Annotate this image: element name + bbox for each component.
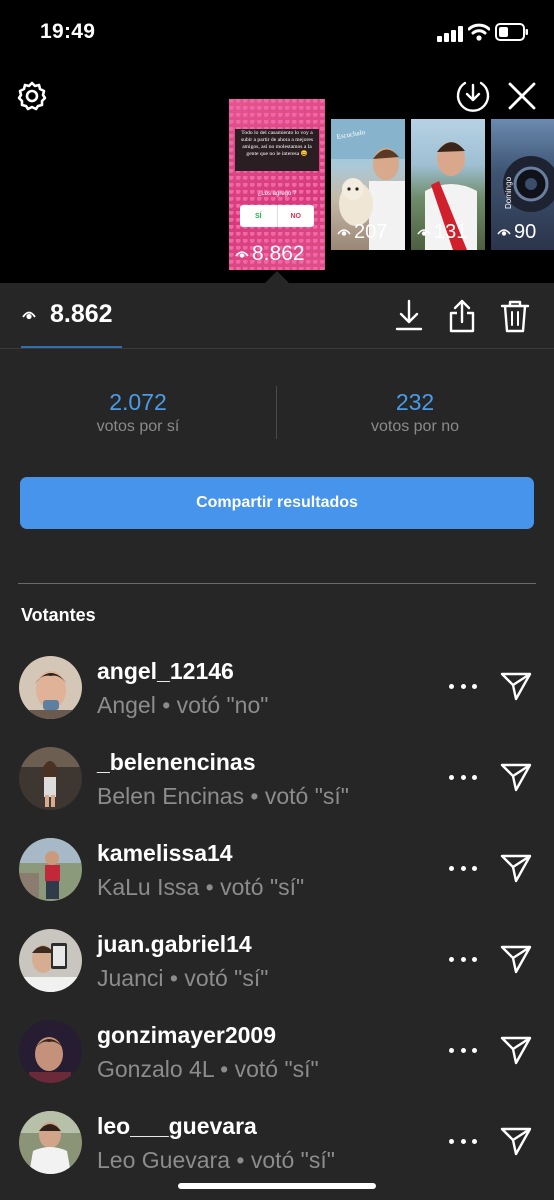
poll-sticker: SÍ NO [240,205,314,227]
story-text: Todo lo del casamiento lo voy a subir a … [235,129,319,171]
yes-count: 2.072 [109,389,167,415]
status-time: 19:49 [40,20,96,43]
avatar[interactable] [19,656,82,719]
voter-username[interactable]: _belenencinas [97,749,256,776]
voter-detail: Angel • votó "no" [97,692,269,718]
views-tab-indicator [21,346,122,348]
no-count: 232 [395,389,435,415]
poll-option-no: NO [290,212,302,220]
thumb-views-count: 8.862 [252,242,305,265]
story-thumbnail[interactable]: Domingo 90 [491,119,554,250]
voter-detail: Belen Encinas • votó "sí" [97,783,349,809]
story-thumbnail-current[interactable]: Todo lo del casamiento lo voy a subir a … [229,99,325,270]
download-circle-icon[interactable] [455,78,491,114]
voter-detail: KaLu Issa • votó "sí" [97,874,305,900]
more-icon[interactable] [449,858,477,878]
voter-detail: Leo Guevara • votó "sí" [97,1147,335,1173]
more-icon[interactable] [449,1040,477,1060]
signal-icon [437,26,463,42]
poll-question: ¿Los agrego ? [257,191,297,197]
voter-detail: Gonzalo 4L • votó "sí" [97,1056,319,1082]
send-icon[interactable] [499,761,533,793]
no-label: votos por no [370,418,460,435]
send-icon[interactable] [499,943,533,975]
voter-username[interactable]: kamelissa14 [97,840,233,867]
voter-username[interactable]: gonzimayer2009 [97,1022,276,1049]
avatar[interactable] [19,838,82,901]
eye-icon [22,311,36,319]
avatar[interactable] [19,747,82,810]
thumb-views-count: 90 [514,221,537,243]
eye-icon [417,229,431,236]
eye-icon [497,229,511,236]
poll-result-yes: 2.072 votos por sí [0,388,276,436]
voter-detail: Juanci • votó "sí" [97,965,269,991]
thumb-views: 8.862 [235,242,305,266]
thumb-views: 207 [337,221,387,244]
voter-row[interactable]: gonzimayer2009 Gonzalo 4L • votó "sí" [0,1020,554,1111]
share-icon[interactable] [446,298,478,334]
trash-icon[interactable] [499,298,531,334]
more-icon[interactable] [449,949,477,969]
avatar[interactable] [19,1020,82,1083]
eye-icon [235,250,249,258]
more-icon[interactable] [449,676,477,696]
voter-username[interactable]: leo___guevara [97,1113,257,1140]
wifi-icon [468,23,490,41]
share-results-button[interactable]: Compartir resultados [20,477,534,529]
voter-row[interactable]: _belenencinas Belen Encinas • votó "sí" [0,747,554,838]
sticker-text: Domingo [504,176,513,209]
poll-result-no: 232 votos por no [277,388,553,436]
voter-row[interactable]: juan.gabriel14 Juanci • votó "sí" [0,929,554,1020]
send-icon[interactable] [499,670,533,702]
send-icon[interactable] [499,852,533,884]
avatar[interactable] [19,1111,82,1174]
settings-icon[interactable] [16,80,48,112]
poll-option-yes: SÍ [240,205,278,227]
more-icon[interactable] [449,767,477,787]
send-icon[interactable] [499,1034,533,1066]
eye-icon [337,229,351,236]
more-icon[interactable] [449,1131,477,1151]
story-thumbnail[interactable]: 131 [411,119,485,250]
avatar[interactable] [19,929,82,992]
close-icon[interactable] [506,80,538,112]
download-icon[interactable] [393,298,425,334]
voter-username[interactable]: angel_12146 [97,658,234,685]
voter-row[interactable]: kamelissa14 KaLu Issa • votó "sí" [0,838,554,929]
divider [18,583,536,584]
story-thumbnail[interactable]: Escuchalo 207 [331,119,405,250]
home-indicator[interactable] [178,1183,376,1189]
thumb-views-count: 131 [434,221,468,243]
thumb-views: 131 [417,221,467,244]
thumb-views: 90 [497,221,536,244]
voters-title: Votantes [21,605,96,625]
story-header: 19:49 Todo lo del casamiento lo voy a su… [0,0,554,283]
battery-icon [495,23,528,41]
voter-row[interactable]: angel_12146 Angel • votó "no" [0,656,554,747]
voter-username[interactable]: juan.gabriel14 [97,931,252,958]
yes-label: votos por sí [96,418,180,435]
views-count: 8.862 [50,300,113,328]
thumb-views-count: 207 [354,221,388,243]
selected-story-pointer [265,271,289,283]
send-icon[interactable] [499,1125,533,1157]
views-tab[interactable]: 8.862 [22,300,113,329]
